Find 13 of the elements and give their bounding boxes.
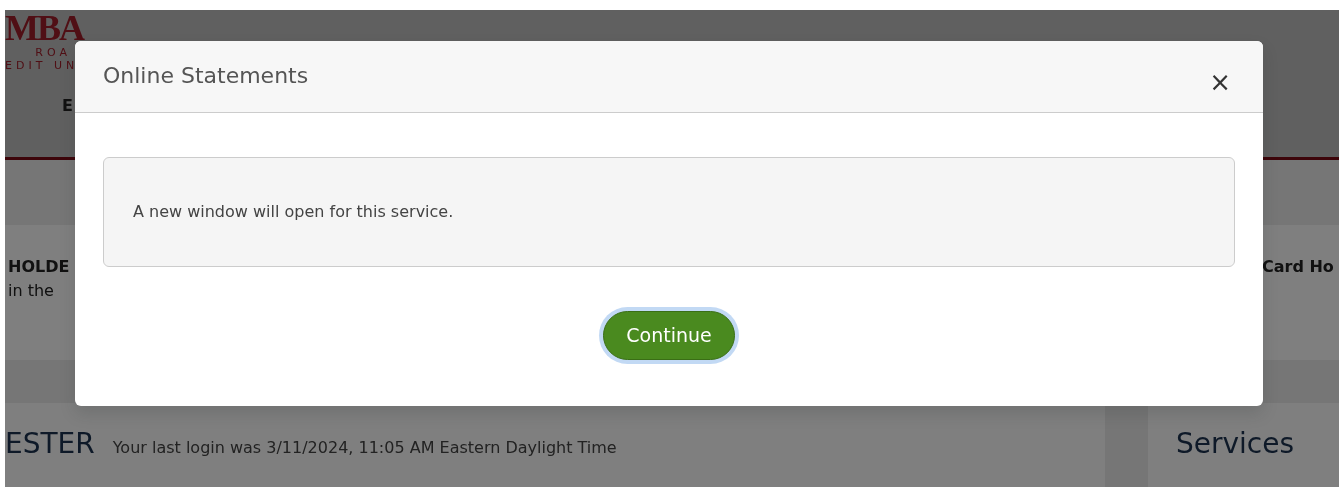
alert-title: HOLDE bbox=[8, 256, 71, 278]
last-login-text: Your last login was 3/11/2024, 11:05 AM Eastern Daylight Time bbox=[112, 437, 617, 459]
close-button[interactable]: × bbox=[1205, 68, 1235, 95]
alert-title: Card Ho bbox=[1262, 256, 1335, 278]
member-name: ESTER bbox=[5, 426, 95, 462]
modal-title: Online Statements bbox=[103, 63, 309, 90]
message-text: A new window will open for this service. bbox=[133, 201, 454, 223]
logo-wordmark: MBA bbox=[5, 10, 85, 46]
alert-text: in the bbox=[8, 280, 55, 302]
continue-button[interactable]: Continue bbox=[603, 311, 735, 360]
logo-text: EDIT UN bbox=[5, 59, 80, 73]
logo-text: ROA bbox=[34, 46, 71, 60]
services-title: Services bbox=[1176, 427, 1295, 460]
